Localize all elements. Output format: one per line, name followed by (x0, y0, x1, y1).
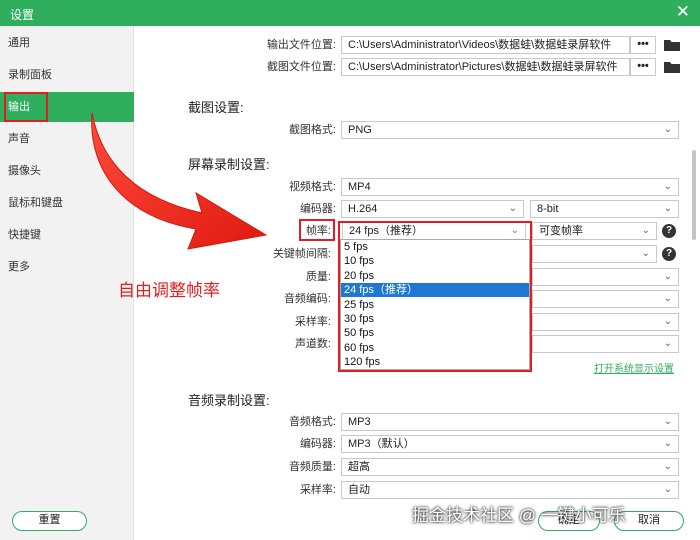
audio-sample-rate-label: 采样率: (299, 484, 336, 496)
audio-quality-select[interactable]: 超高 ⌄ (341, 458, 679, 476)
screenshot-format-value: PNG (348, 124, 372, 136)
framerate-option[interactable]: 50 fps (341, 326, 529, 340)
audio-encoder-value: MP3（默认） (348, 438, 415, 450)
reset-button[interactable]: 重置 (12, 511, 87, 531)
chevron-down-icon: ⌄ (508, 203, 517, 214)
folder-icon[interactable] (664, 39, 680, 51)
encoder-value: H.264 (348, 203, 378, 215)
audio-format-value: MP3 (348, 416, 371, 428)
audio-recording-title: 音频录制设置: (188, 393, 270, 408)
chevron-down-icon: ⌄ (663, 293, 672, 304)
framerate-option[interactable]: 120 fps (341, 355, 529, 369)
audio-quality-value: 超高 (348, 461, 370, 473)
audio-format-select[interactable]: MP3 ⌄ (341, 413, 679, 431)
screenshot-path-field[interactable]: C:\Users\Administrator\Pictures\数据蛙\数据蛙录… (341, 58, 630, 76)
help-icon[interactable]: ? (662, 224, 676, 238)
audio-codec-select[interactable]: ⌄ (532, 290, 679, 308)
watermark: 掘金技术社区 @ 一键小可乐 (412, 506, 626, 525)
audio-encoder-label: 编码器: (299, 438, 336, 450)
framerate-option[interactable]: 10 fps (341, 254, 529, 268)
framerate-mode-select[interactable]: 可变帧率 ⌄ (532, 222, 657, 240)
sidebar-item-general[interactable]: 通用 (0, 28, 134, 58)
framerate-dropdown-list: 5 fps 10 fps 20 fps 24 fps（推荐） 25 fps 30… (340, 239, 530, 370)
chevron-down-icon: ⌄ (663, 203, 672, 214)
sidebar: 通用 录制面板 输出 声音 摄像头 鼠标和键盘 快捷键 更多 (0, 26, 134, 540)
open-display-settings-link[interactable]: 打开系统显示设置 (594, 360, 674, 375)
chevron-down-icon: ⌄ (663, 181, 672, 192)
framerate-option[interactable]: 5 fps (341, 240, 529, 254)
chevron-down-icon: ⌄ (663, 124, 672, 135)
framerate-option[interactable]: 20 fps (341, 269, 529, 283)
scrollbar[interactable] (692, 150, 696, 240)
chevron-down-icon: ⌄ (663, 338, 672, 349)
chevron-down-icon: ⌄ (663, 484, 672, 495)
framerate-option-selected[interactable]: 24 fps（推荐） (341, 283, 529, 298)
output-path-label: 输出文件位置: (266, 39, 336, 51)
sidebar-item-more[interactable]: 更多 (0, 252, 134, 282)
sidebar-item-record-panel[interactable]: 录制面板 (0, 60, 134, 90)
chevron-down-icon: ⌄ (663, 316, 672, 327)
sample-rate-label: 采样率: (294, 316, 331, 328)
screenshot-browse-button[interactable]: ••• (630, 58, 656, 76)
chevron-down-icon: ⌄ (510, 225, 519, 236)
chevron-down-icon: ⌄ (663, 461, 672, 472)
screenshot-path-label: 截图文件位置: (266, 61, 336, 73)
window-title: 设置 (10, 8, 35, 22)
annotation-text: 自由调整帧率 (118, 281, 220, 300)
screenshot-format-select[interactable]: PNG ⌄ (341, 121, 679, 139)
annotation-arrow (91, 112, 268, 250)
chevron-down-icon: ⌄ (663, 416, 672, 427)
video-format-value: MP4 (348, 181, 371, 193)
channels-label: 声道数: (294, 338, 331, 350)
audio-sample-rate-value: 自动 (348, 484, 370, 496)
framerate-mode-value: 可变帧率 (539, 225, 583, 237)
title-bar: 设置 ✕ (0, 0, 700, 26)
audio-codec-label: 音频编码: (283, 293, 331, 305)
bit-depth-select[interactable]: 8-bit ⌄ (530, 200, 679, 218)
quality-select[interactable]: ⌄ (532, 268, 679, 286)
chevron-down-icon: ⌄ (663, 438, 672, 449)
keyframe-interval-select[interactable]: ⌄ (532, 245, 657, 263)
chevron-down-icon: ⌄ (663, 271, 672, 282)
output-browse-button[interactable]: ••• (630, 36, 656, 54)
help-icon[interactable]: ? (662, 247, 676, 261)
close-icon[interactable]: ✕ (676, 2, 690, 22)
quality-label: 质量: (305, 271, 331, 283)
video-format-select[interactable]: MP4 ⌄ (341, 178, 679, 196)
folder-icon[interactable] (664, 61, 680, 73)
audio-sample-rate-select[interactable]: 自动 ⌄ (341, 481, 679, 499)
channels-select[interactable]: ⌄ (532, 335, 679, 353)
framerate-option[interactable]: 30 fps (341, 312, 529, 326)
audio-quality-label: 音频质量: (288, 461, 336, 473)
audio-format-label: 音频格式: (288, 416, 336, 428)
framerate-value: 24 fps（推荐） (349, 225, 423, 237)
framerate-select[interactable]: 24 fps（推荐） ⌄ (342, 222, 526, 240)
bit-depth-value: 8-bit (537, 203, 559, 215)
output-path-field[interactable]: C:\Users\Administrator\Videos\数据蛙\数据蛙录屏软… (341, 36, 630, 54)
chevron-down-icon: ⌄ (641, 248, 650, 259)
chevron-down-icon: ⌄ (641, 225, 650, 236)
sample-rate-select[interactable]: ⌄ (532, 313, 679, 331)
framerate-option[interactable]: 25 fps (341, 298, 529, 312)
framerate-option[interactable]: 60 fps (341, 341, 529, 355)
audio-encoder-select[interactable]: MP3（默认） ⌄ (341, 435, 679, 453)
encoder-select[interactable]: H.264 ⌄ (341, 200, 524, 218)
